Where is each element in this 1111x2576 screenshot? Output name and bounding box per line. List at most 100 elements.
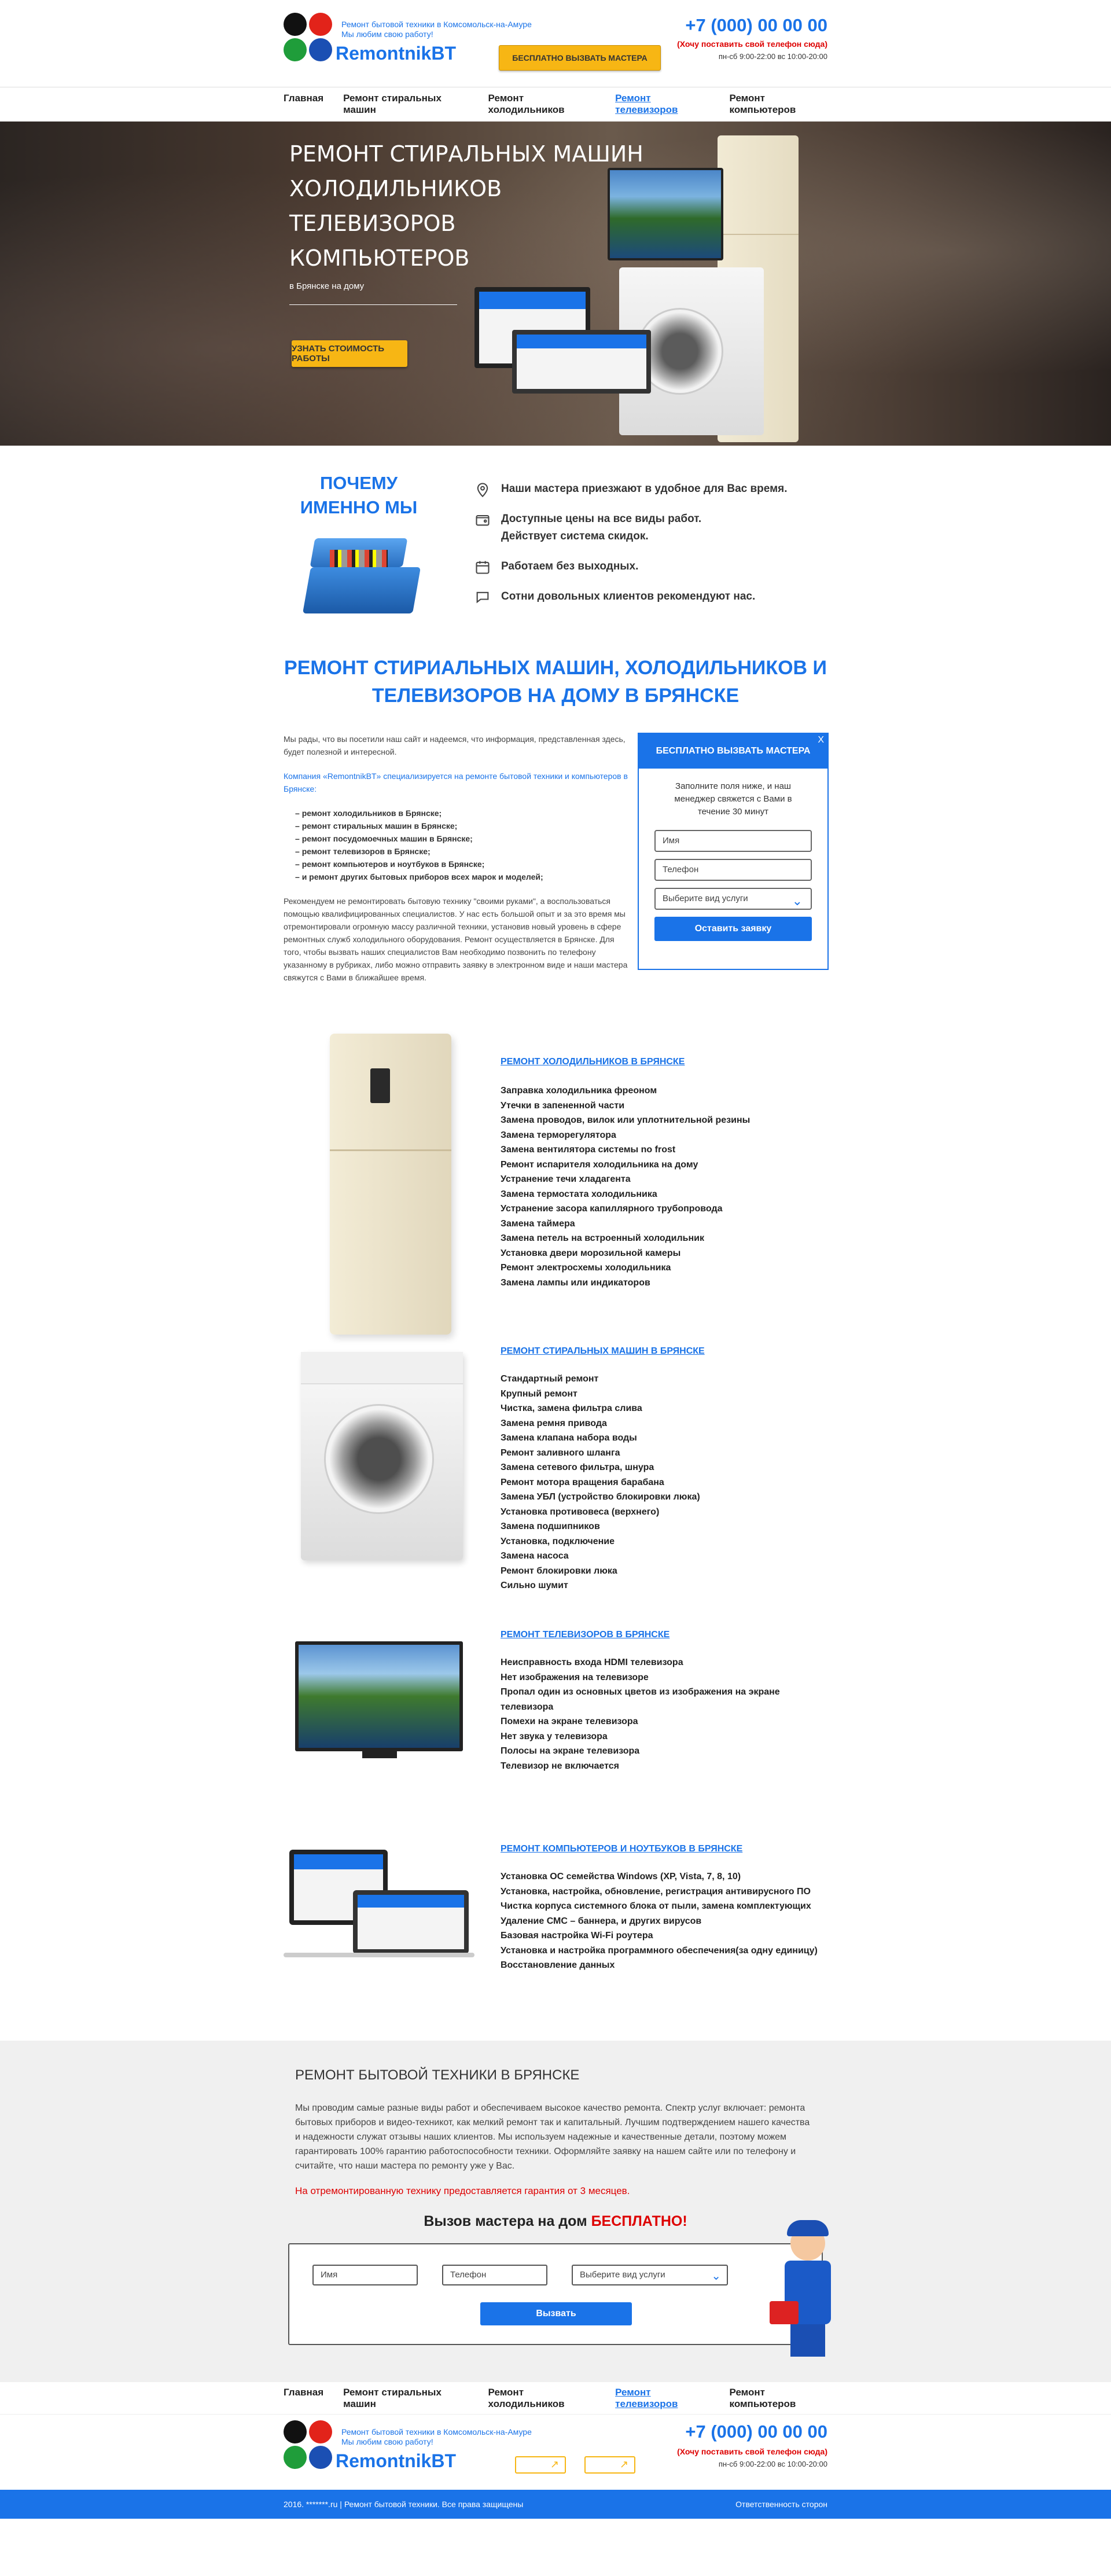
footer-nav: Главная Ремонт стиральных машин Ремонт х… bbox=[0, 2382, 1111, 2415]
service-list: Заправка холодильника фреоном Утечки в з… bbox=[501, 1083, 750, 1290]
hero-line: Телевизоров bbox=[289, 211, 456, 236]
logo-icon[interactable] bbox=[284, 13, 334, 64]
service-list: Стандартный ремонт Крупный ремонт Чистка… bbox=[501, 1372, 700, 1593]
intro-recommendation: Рекомендуем не ремонтировать бытовую тех… bbox=[284, 896, 628, 982]
hero-banner: Ремонт стиральных машин Холодильников Те… bbox=[0, 122, 1111, 446]
service-computers: РЕМОНТ КОМПЬЮТЕРОВ И НОУТБУКОВ В БРЯНСКЕ… bbox=[284, 1844, 827, 2041]
list-item: Чистка корпуса системного блока от пыли,… bbox=[501, 1901, 811, 1911]
list-item: Нет изображения на телевизоре bbox=[501, 1672, 649, 1682]
close-icon[interactable]: X bbox=[818, 735, 824, 745]
price-inquiry-button[interactable]: УЗНАТЬ СТОИМОСТЬ РАБОТЫ bbox=[292, 340, 407, 367]
phone-hint: (Хочу поставить свой телефон сюда) bbox=[677, 39, 827, 49]
brand-name[interactable]: RemontnikBT bbox=[336, 43, 456, 64]
list-item: Крупный ремонт bbox=[501, 1388, 577, 1399]
phone-input[interactable]: Телефон bbox=[654, 859, 812, 881]
phone-hint: (Хочу поставить свой телефон сюда) bbox=[677, 2447, 827, 2456]
service-title[interactable]: РЕМОНТ КОМПЬЮТЕРОВ И НОУТБУКОВ В БРЯНСКЕ bbox=[501, 1844, 742, 1854]
call-master-button[interactable]: БЕСПЛАТНО ВЫЗВАТЬ МАСТЕРА bbox=[499, 45, 661, 71]
hero-divider bbox=[289, 304, 457, 305]
warranty-note: На отремонтированную технику предоставля… bbox=[295, 2185, 630, 2196]
phone-number[interactable]: +7 (000) 00 00 00 bbox=[685, 2421, 827, 2442]
call-button[interactable]: Вызвать bbox=[480, 2302, 632, 2325]
washer-photo bbox=[301, 1352, 463, 1560]
computer-photo bbox=[284, 1850, 474, 1960]
service-select[interactable]: Выберите вид услуги ⌄ bbox=[654, 888, 812, 910]
nav-item-washers[interactable]: Ремонт стиральных машин bbox=[343, 2387, 468, 2410]
nav-item-fridges[interactable]: Ремонт холодильников bbox=[488, 2387, 596, 2410]
list-item: Сильно шумит bbox=[501, 1581, 568, 1590]
repair-section: Ремонт стириальных машин, холодильников … bbox=[284, 654, 829, 1034]
phone-input[interactable]: Телефон bbox=[442, 2265, 547, 2285]
external-link-icon[interactable] bbox=[584, 2456, 635, 2474]
list-item: Восстановление данных bbox=[501, 1960, 615, 1970]
list-item: Замена УБЛ (устройство блокировки люка) bbox=[501, 1492, 700, 1502]
nav-item-washers[interactable]: Ремонт стиральных машин bbox=[343, 93, 468, 116]
list-item: Удаление СМС – баннера, и других вирусов bbox=[501, 1916, 702, 1926]
service-list: Неисправность входа HDMI телевизора Нет … bbox=[501, 1655, 825, 1773]
list-item: Замена петель на встроенный холодильник bbox=[501, 1233, 704, 1243]
intro-company: Компания «RemontnikBT» специализируется … bbox=[284, 771, 628, 793]
location-pin-icon bbox=[477, 483, 488, 498]
tv-image bbox=[608, 168, 723, 260]
info-section: РЕМОНТ БЫТОВОЙ ТЕХНИКИ В БРЯНСКЕ Мы пров… bbox=[0, 2041, 1111, 2382]
nav-item-home[interactable]: Главная bbox=[284, 93, 323, 116]
list-item: Замена терморегулятора bbox=[501, 1130, 616, 1140]
form-title: БЕСПЛАТНО ВЫЗВАТЬ МАСТЕРА bbox=[639, 734, 827, 769]
why-item: Доступные цены на все виды работ. Действ… bbox=[474, 510, 723, 545]
list-item: Помехи на экране телевизора bbox=[501, 1717, 638, 1726]
nav-item-tvs[interactable]: Ремонт телевизоров bbox=[615, 93, 709, 116]
repair-title: Ремонт стириальных машин, холодильников … bbox=[284, 657, 827, 707]
list-item: Базовая настройка Wi-Fi роутера bbox=[501, 1931, 653, 1941]
form-description: Заполните поля ниже, и наш менеджер свяж… bbox=[674, 781, 792, 817]
service-title[interactable]: РЕМОНТ СТИРАЛЬНЫХ МАШИН В БРЯНСКЕ bbox=[501, 1346, 705, 1357]
why-item-text: Наши мастера приезжают в удобное для Вас… bbox=[501, 483, 788, 495]
name-input[interactable]: Имя bbox=[312, 2265, 418, 2285]
external-link-icon[interactable] bbox=[515, 2456, 566, 2474]
list-item: Устранение засора капиллярного трубопров… bbox=[501, 1204, 723, 1214]
footer-header: Ремонт бытовой техники в Комсомольск-на-… bbox=[0, 2415, 1111, 2490]
why-item: Сотни довольных клиентов рекомендуют нас… bbox=[474, 588, 788, 605]
list-item: Устранение течи хладагента bbox=[501, 1174, 631, 1184]
why-item: Работаем без выходных. bbox=[474, 558, 788, 575]
list-item: ремонт стиральных машин в Брянске; bbox=[284, 820, 631, 832]
nav-item-home[interactable]: Главная bbox=[284, 2387, 323, 2410]
service-select-value: Выберите вид услуги bbox=[663, 894, 748, 903]
nav-item-computers[interactable]: Ремонт компьютеров bbox=[730, 93, 827, 116]
list-item: Пропал один из основных цветов из изобра… bbox=[501, 1687, 780, 1712]
service-select[interactable]: Выберите вид услуги ⌄ bbox=[572, 2265, 728, 2285]
service-list: Установка ОС семейства Windows (XP, Vist… bbox=[501, 1869, 825, 1973]
nav-item-computers[interactable]: Ремонт компьютеров bbox=[730, 2387, 827, 2410]
nav-item-fridges[interactable]: Ремонт холодильников bbox=[488, 93, 596, 116]
list-item: Утечки в запененной части bbox=[501, 1100, 625, 1111]
responsibility-link[interactable]: Ответственность сторон bbox=[735, 2500, 827, 2509]
working-hours: пн-сб 9:00-22:00 вс 10:00-20:00 bbox=[718, 52, 827, 61]
list-item: Ремонт мотора вращения барабана bbox=[501, 1477, 664, 1487]
call-title-free: БЕСПЛАТНО! bbox=[591, 2213, 687, 2229]
list-item: ремонт посудомоечных машин в Брянске; bbox=[284, 832, 631, 845]
intro-paragraph: Мы рады, что вы посетили наш сайт и наде… bbox=[284, 734, 626, 756]
info-title: РЕМОНТ БЫТОВОЙ ТЕХНИКИ В БРЯНСКЕ bbox=[295, 2067, 580, 2083]
list-item: Ремонт блокировки люка bbox=[501, 1566, 617, 1576]
nav-item-tvs[interactable]: Ремонт телевизоров bbox=[615, 2387, 709, 2410]
service-title[interactable]: РЕМОНТ ТЕЛЕВИЗОРОВ В БРЯНСКЕ bbox=[501, 1630, 669, 1640]
why-item-text: Работаем без выходных. bbox=[501, 560, 639, 572]
logo-icon[interactable] bbox=[284, 2420, 334, 2471]
working-hours: пн-сб 9:00-22:00 вс 10:00-20:00 bbox=[718, 2460, 827, 2468]
phone-number[interactable]: +7 (000) 00 00 00 bbox=[685, 15, 827, 36]
name-input[interactable]: Имя bbox=[654, 830, 812, 852]
submit-request-button[interactable]: Оставить заявку bbox=[654, 917, 812, 941]
list-item: Ремонт испарителя холодильника на дому bbox=[501, 1159, 698, 1170]
list-item: Установка, настройка, обновление, регист… bbox=[501, 1886, 811, 1897]
brand-name[interactable]: RemontnikBT bbox=[336, 2450, 456, 2472]
list-item: Стандартный ремонт bbox=[501, 1374, 599, 1384]
list-item: Замена таймера bbox=[501, 1218, 575, 1229]
list-item: Замена сетевого фильтра, шнура bbox=[501, 1462, 654, 1472]
service-title[interactable]: РЕМОНТ ХОЛОДИЛЬНИКОВ В БРЯНСКЕ bbox=[501, 1057, 685, 1067]
calendar-icon bbox=[476, 561, 490, 574]
why-item: Наши мастера приезжают в удобное для Вас… bbox=[474, 480, 788, 498]
list-item: Замена проводов, вилок или уплотнительно… bbox=[501, 1115, 751, 1125]
list-item: Замена термостата холодильника bbox=[501, 1189, 657, 1199]
list-item: Неисправность входа HDMI телевизора bbox=[501, 1658, 683, 1667]
why-us-section: Почему именно мы Наши мастера приезжают … bbox=[0, 446, 1111, 648]
list-item: Установка ОС семейства Windows (XP, Vist… bbox=[501, 1872, 741, 1882]
